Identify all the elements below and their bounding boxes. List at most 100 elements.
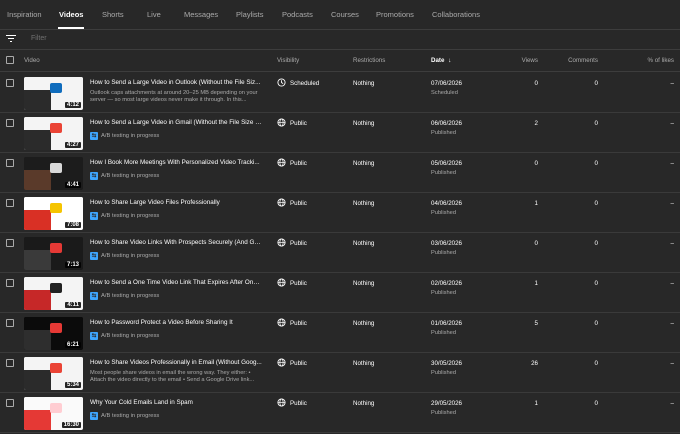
ab-testing-label: A/B testing in progress [101, 133, 160, 139]
row-checkbox[interactable] [6, 359, 14, 367]
visibility-value[interactable]: Public [290, 320, 307, 327]
table-row[interactable]: 4:27 How to Send a Large Video in Gmail … [0, 113, 680, 153]
video-title[interactable]: How to Share Videos Professionally in Em… [90, 359, 262, 366]
globe-icon [277, 158, 286, 167]
tab-courses[interactable]: Courses [331, 10, 359, 19]
ab-testing-label: A/B testing in progress [101, 413, 160, 419]
video-thumbnail[interactable]: 6:21 [24, 317, 83, 350]
video-title[interactable]: How to Send a Large Video in Outlook (Wi… [90, 79, 262, 86]
visibility-value[interactable]: Public [290, 400, 307, 407]
tab-playlists[interactable]: Playlists [236, 10, 264, 19]
video-thumbnail[interactable]: 4:41 [24, 157, 83, 190]
video-thumbnail[interactable]: 7:08 [24, 197, 83, 230]
ab-test-icon: ⇆ [90, 412, 98, 420]
column-date-label: Date [431, 57, 445, 64]
globe-icon [277, 118, 286, 127]
table-row[interactable]: 4:12 How to Send a Large Video in Outloo… [0, 73, 680, 113]
video-duration: 6:21 [64, 342, 81, 348]
likes-value: – [670, 80, 674, 87]
video-title[interactable]: How to Send a Large Video in Gmail (With… [90, 119, 262, 126]
video-thumbnail[interactable]: 4:27 [24, 117, 83, 150]
comments-value: 0 [594, 200, 598, 207]
likes-value: – [670, 280, 674, 287]
column-restrictions[interactable]: Restrictions [353, 57, 385, 64]
tab-inspiration[interactable]: Inspiration [7, 10, 42, 19]
tab-podcasts[interactable]: Podcasts [282, 10, 313, 19]
ab-test-icon: ⇆ [90, 332, 98, 340]
select-all-checkbox[interactable] [6, 56, 14, 64]
video-thumbnail[interactable]: 4:11 [24, 277, 83, 310]
thumbnail-logo [50, 363, 62, 373]
column-visibility[interactable]: Visibility [277, 57, 299, 64]
thumbnail-presenter [24, 130, 51, 150]
restrictions-value: Nothing [353, 320, 375, 327]
column-date[interactable]: Date ↓ [431, 57, 451, 64]
tab-promotions[interactable]: Promotions [376, 10, 414, 19]
ab-test-icon: ⇆ [90, 252, 98, 260]
views-value: 0 [534, 80, 538, 87]
table-row[interactable]: 5:34 How to Share Videos Professionally … [0, 353, 680, 393]
row-checkbox[interactable] [6, 279, 14, 287]
visibility-value[interactable]: Public [290, 120, 307, 127]
tab-collaborations[interactable]: Collaborations [432, 10, 480, 19]
table-row[interactable]: 6:21 How to Password Protect a Video Bef… [0, 313, 680, 353]
visibility-value[interactable]: Public [290, 200, 307, 207]
column-comments[interactable]: Comments [568, 57, 598, 64]
video-title[interactable]: How to Share Large Video Files Professio… [90, 199, 262, 206]
filter-input[interactable]: Filter [31, 35, 47, 42]
ab-test-icon: ⇆ [90, 172, 98, 180]
tab-messages[interactable]: Messages [184, 10, 218, 19]
restrictions-value: Nothing [353, 400, 375, 407]
video-title[interactable]: Why Your Cold Emails Land in Spam [90, 399, 262, 406]
publish-status: Published [431, 130, 456, 136]
video-thumbnail[interactable]: 7:13 [24, 237, 83, 270]
active-tab-indicator [58, 27, 84, 29]
column-likes[interactable]: % of likes [648, 57, 674, 64]
video-title[interactable]: How to Share Video Links With Prospects … [90, 239, 262, 246]
row-checkbox[interactable] [6, 239, 14, 247]
visibility-value[interactable]: Public [290, 360, 307, 367]
table-row[interactable]: 7:08 How to Share Large Video Files Prof… [0, 193, 680, 233]
visibility-value[interactable]: Scheduled [290, 80, 319, 87]
row-checkbox[interactable] [6, 79, 14, 87]
date-value: 07/06/2026 [431, 80, 462, 87]
row-checkbox[interactable] [6, 399, 14, 407]
thumbnail-presenter [24, 290, 51, 310]
row-checkbox[interactable] [6, 199, 14, 207]
likes-value: – [670, 360, 674, 367]
tab-videos[interactable]: Videos [59, 10, 83, 19]
table-row[interactable]: 7:13 How to Share Video Links With Prosp… [0, 233, 680, 273]
publish-status: Published [431, 250, 456, 256]
restrictions-value: Nothing [353, 280, 375, 287]
video-thumbnail[interactable]: 4:12 [24, 77, 83, 110]
filter-bar: Filter [0, 30, 680, 50]
ab-testing-label: A/B testing in progress [101, 253, 160, 259]
column-views[interactable]: Views [522, 57, 538, 64]
table-row[interactable]: 4:11 How to Send a One Time Video Link T… [0, 273, 680, 313]
tab-live[interactable]: Live [147, 10, 161, 19]
ab-testing-label: A/B testing in progress [101, 213, 160, 219]
ab-testing-label: A/B testing in progress [101, 333, 160, 339]
filter-icon[interactable] [6, 35, 16, 43]
thumbnail-presenter [24, 250, 51, 270]
tab-shorts[interactable]: Shorts [102, 10, 124, 19]
comments-value: 0 [594, 320, 598, 327]
visibility-value[interactable]: Public [290, 240, 307, 247]
video-title[interactable]: How I Book More Meetings With Personaliz… [90, 159, 262, 166]
visibility-value[interactable]: Public [290, 280, 307, 287]
video-thumbnail[interactable]: 16:30 [24, 397, 83, 430]
video-duration: 7:13 [64, 262, 81, 268]
visibility-value[interactable]: Public [290, 160, 307, 167]
video-thumbnail[interactable]: 5:34 [24, 357, 83, 390]
row-checkbox[interactable] [6, 119, 14, 127]
row-checkbox[interactable] [6, 319, 14, 327]
table-row[interactable]: 16:30 Why Your Cold Emails Land in Spam … [0, 393, 680, 433]
thumbnail-presenter [24, 370, 51, 390]
video-title[interactable]: How to Send a One Time Video Link That E… [90, 279, 262, 286]
ab-test-icon: ⇆ [90, 132, 98, 140]
table-row[interactable]: 4:41 How I Book More Meetings With Perso… [0, 153, 680, 193]
video-duration: 4:11 [65, 302, 81, 308]
likes-value: – [670, 200, 674, 207]
video-title[interactable]: How to Password Protect a Video Before S… [90, 319, 262, 326]
row-checkbox[interactable] [6, 159, 14, 167]
